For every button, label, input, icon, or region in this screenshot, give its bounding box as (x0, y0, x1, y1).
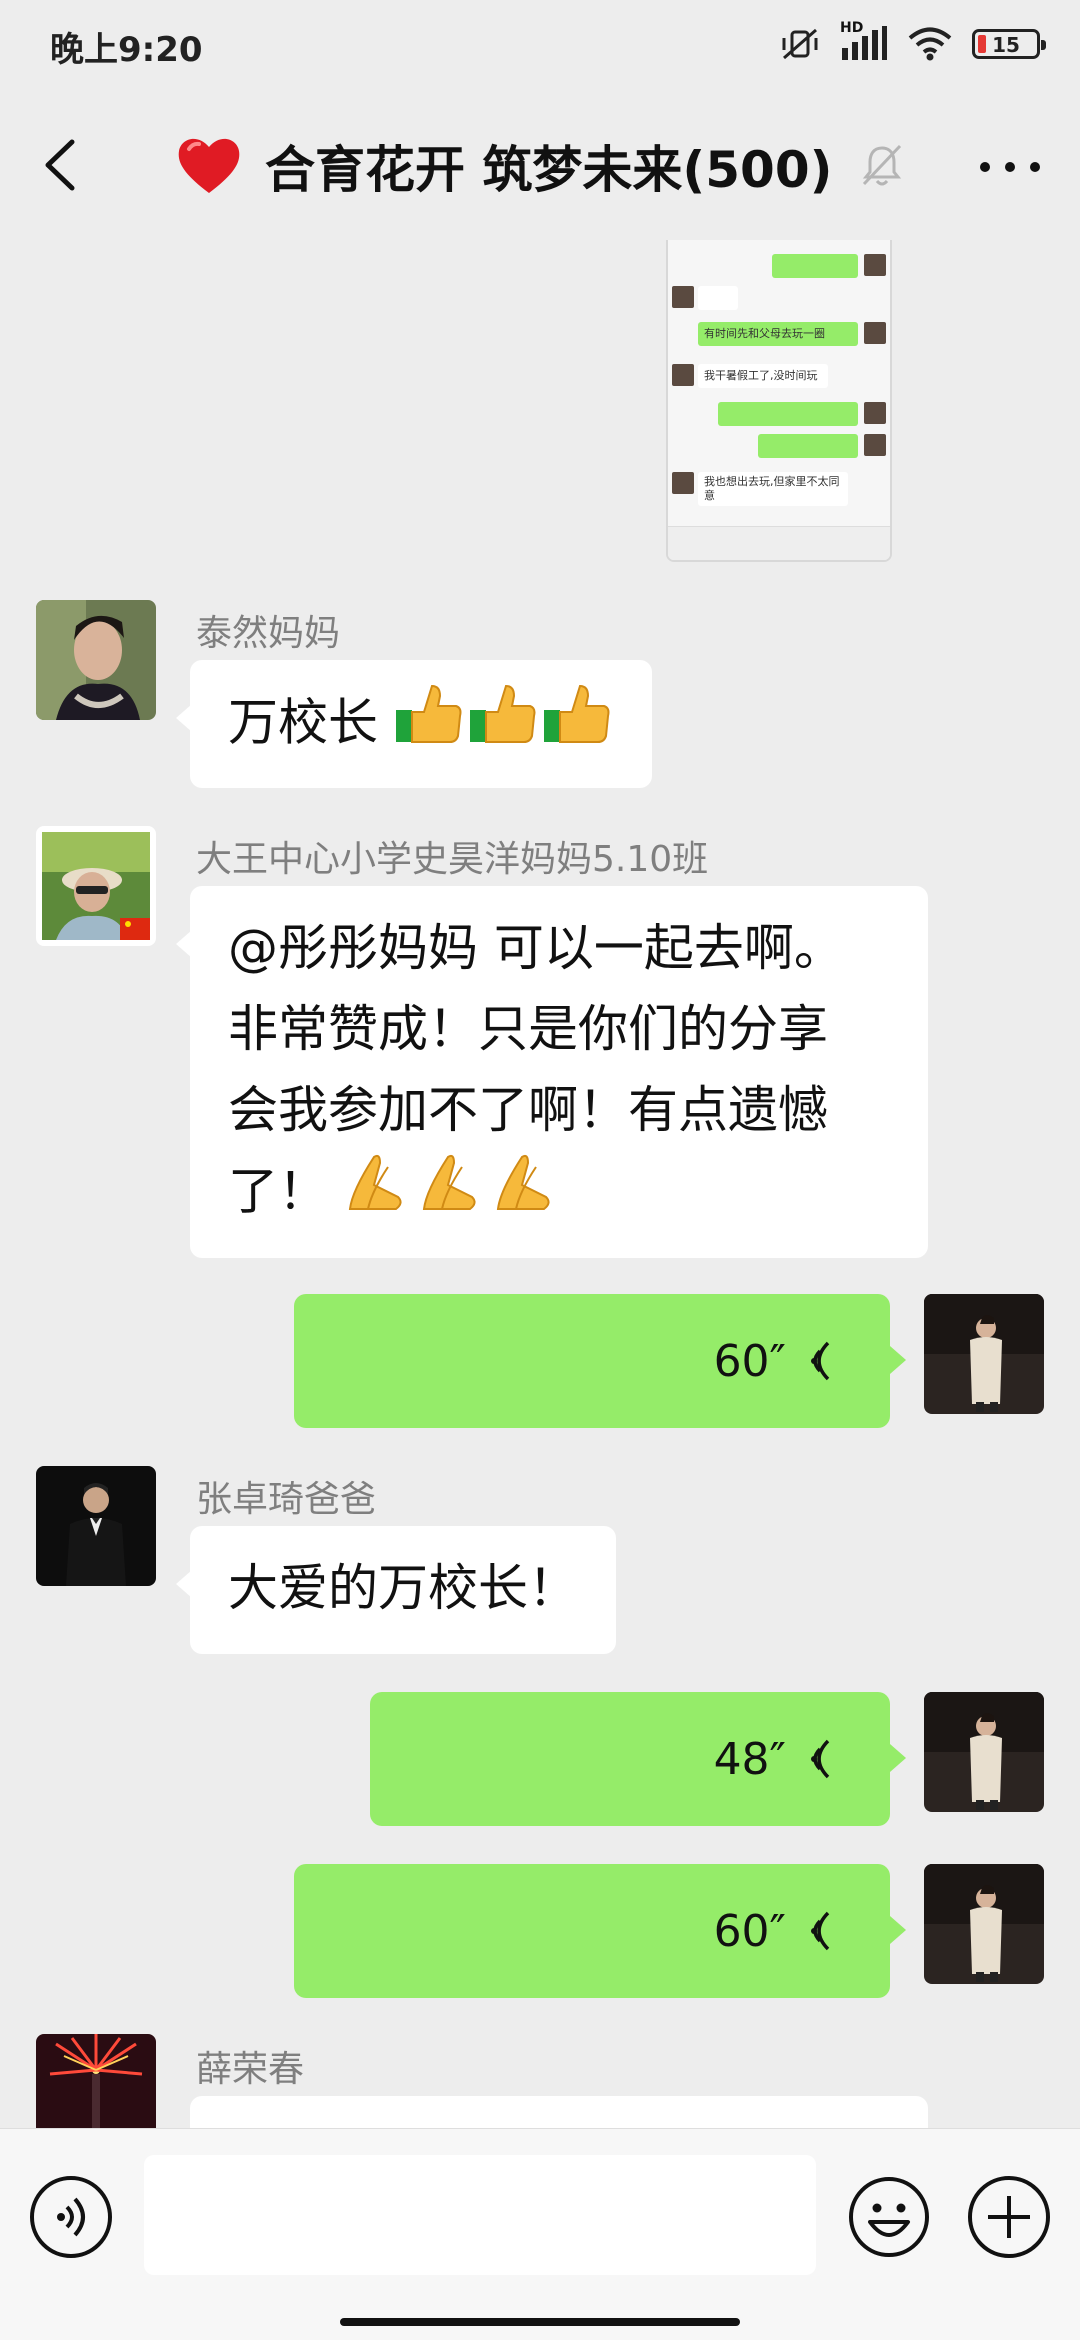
avatar[interactable] (36, 826, 156, 946)
voice-input-button[interactable] (30, 2176, 112, 2258)
voice-duration: 60″ (713, 1905, 786, 1957)
wifi-icon (908, 27, 952, 61)
message-text-line: 了！ (228, 1162, 328, 1221)
message-text: 大爱的万校长！ (228, 1559, 578, 1617)
more-icon (980, 162, 990, 172)
message-input[interactable] (144, 2155, 816, 2275)
shared-line-1: 有时间先和父母去玩一圈 (698, 322, 858, 346)
voice-wave-icon (811, 1341, 830, 1381)
my-avatar[interactable] (924, 1864, 1044, 1984)
message-bubble[interactable] (190, 2096, 928, 2128)
my-avatar[interactable] (924, 1692, 1044, 1812)
shared-line-3: 我也想出去玩,但家里不太同意 (698, 472, 848, 506)
emoji-button[interactable] (848, 2176, 930, 2258)
voice-message[interactable]: 60″ (294, 1294, 906, 1428)
shared-line-2: 我干暑假工了,没时间玩 (698, 364, 828, 388)
message-text-line: 非常赞成！只是你们的分享 (228, 1000, 828, 1058)
battery-level: 15 (992, 33, 1020, 57)
home-indicator[interactable] (340, 2318, 740, 2326)
voice-wave-icon (811, 1911, 830, 1951)
chat-messages[interactable]: 有时间先和父母去玩一圈 我干暑假工了,没时间玩 我也想出去玩,但家里不太同意 泰… (0, 240, 1080, 2128)
input-bar (0, 2128, 1080, 2340)
avatar[interactable] (36, 1466, 156, 1586)
sender-name: 大王中心小学史昊洋妈妈5.10班 (196, 839, 709, 880)
chat-header: 合育花开 筑梦未来(500) (0, 90, 1080, 240)
avatar[interactable] (36, 600, 156, 720)
chat-title-group[interactable]: 合育花开 筑梦未来(500) (175, 130, 832, 202)
back-icon[interactable] (40, 138, 80, 192)
avatar[interactable] (36, 2034, 156, 2128)
heart-icon (178, 138, 240, 193)
thumbs-up-icon (394, 682, 614, 770)
sender-name: 泰然妈妈 (196, 613, 341, 654)
message-text-line: @彤彤妈妈 可以一起去啊。 (228, 919, 844, 977)
message-bubble[interactable]: 万校长 (176, 660, 652, 788)
voice-icon (57, 2197, 85, 2237)
voice-message[interactable]: 48″ (370, 1692, 906, 1826)
message-bubble[interactable]: 大爱的万校长！ (176, 1526, 616, 1654)
message-bubble[interactable]: @彤彤妈妈 可以一起去啊。 非常赞成！只是你们的分享 会我参加不了啊！有点遗憾 … (176, 886, 928, 1258)
shared-image[interactable]: 有时间先和父母去玩一圈 我干暑假工了,没时间玩 我也想出去玩,但家里不太同意 (666, 240, 892, 562)
vibrate-off-icon (782, 28, 818, 60)
network-type: HD (840, 20, 864, 36)
my-avatar[interactable] (924, 1294, 1044, 1414)
plus-button[interactable] (968, 2176, 1050, 2258)
sender-name: 薛荣春 (196, 2049, 305, 2090)
battery-icon: 15 (972, 29, 1046, 59)
status-bar: 晚上9:20 HD 15 (0, 0, 1080, 90)
voice-duration: 48″ (713, 1733, 786, 1785)
voice-duration: 60″ (713, 1335, 786, 1387)
voice-wave-icon (811, 1739, 830, 1779)
voice-message[interactable]: 60″ (294, 1864, 906, 1998)
more-button[interactable] (980, 152, 1040, 182)
message-text: 万校长 (228, 693, 378, 752)
status-time: 晚上9:20 (50, 30, 203, 70)
mute-icon (862, 144, 902, 186)
sender-name: 张卓琦爸爸 (196, 1479, 377, 1520)
message-text-line: 会我参加不了啊！有点遗憾 (228, 1081, 828, 1139)
status-icons: HD 15 (780, 20, 1046, 66)
praying-hands-icon (344, 1151, 564, 1239)
chat-title: 合育花开 筑梦未来(500) (265, 141, 833, 199)
signal-icon: HD (840, 20, 888, 62)
